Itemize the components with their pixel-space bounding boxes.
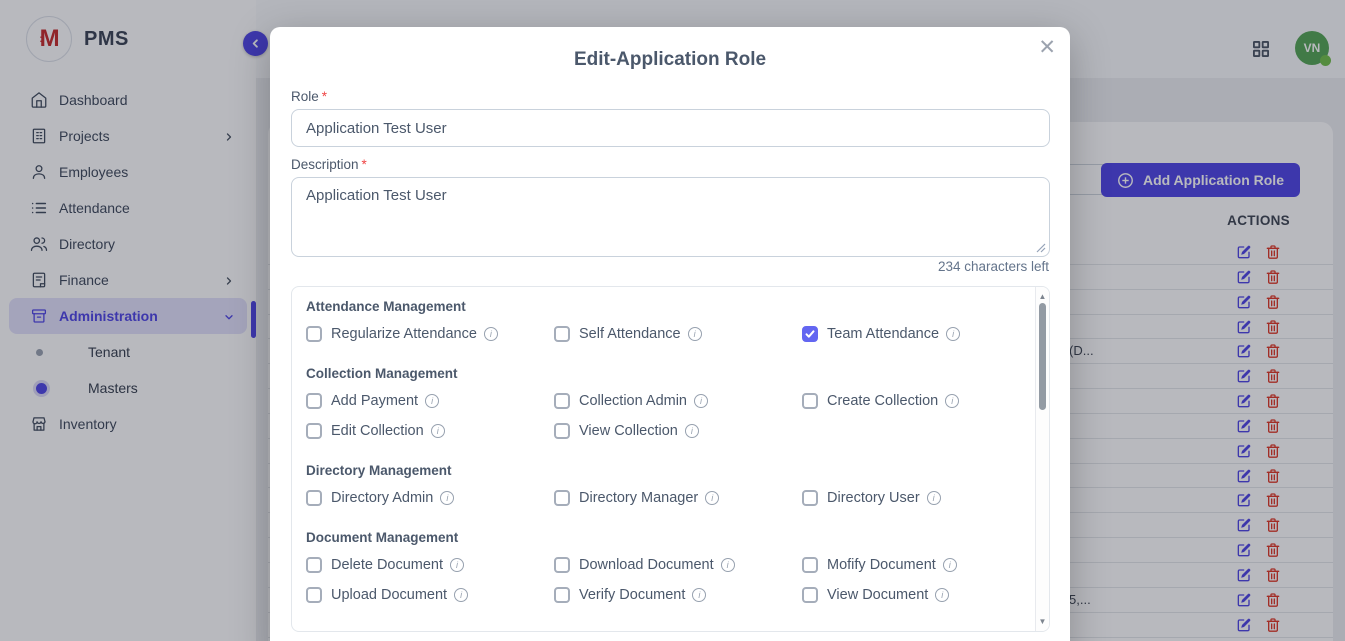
- permission-item: Create Collection i: [802, 391, 1032, 411]
- application-window: :M PMS DashboardProjectsEmployeesAttenda…: [0, 0, 1345, 641]
- permission-item: Regularize Attendance i: [306, 324, 554, 344]
- info-icon[interactable]: i: [440, 491, 454, 505]
- permission-section: Attendance Management Regularize Attendan…: [306, 299, 1035, 344]
- role-label: Role*: [291, 89, 327, 104]
- info-icon[interactable]: i: [943, 558, 957, 572]
- description-label: Description*: [291, 157, 367, 172]
- modal-title: Edit-Application Role: [270, 49, 1070, 71]
- checkbox-unchecked[interactable]: [802, 393, 818, 409]
- info-icon[interactable]: i: [705, 491, 719, 505]
- permission-item: Add Payment i: [306, 391, 554, 411]
- permission-section-title: Document Management: [306, 530, 1035, 545]
- permissions-list: Attendance Management Regularize Attendan…: [292, 287, 1035, 631]
- scroll-down-arrow-icon[interactable]: ▼: [1036, 617, 1049, 626]
- checkbox-unchecked[interactable]: [554, 557, 570, 573]
- permission-label: Verify Document: [579, 587, 685, 603]
- permission-label: Add Payment: [331, 393, 418, 409]
- permission-item: Directory Admin i: [306, 488, 554, 508]
- checkbox-unchecked[interactable]: [554, 326, 570, 342]
- permission-label: Mofify Document: [827, 557, 936, 573]
- resize-grip-icon[interactable]: [1036, 243, 1046, 253]
- role-input[interactable]: [291, 109, 1050, 147]
- checkbox-unchecked[interactable]: [306, 326, 322, 342]
- permission-item: Self Attendance i: [554, 324, 802, 344]
- permission-label: Create Collection: [827, 393, 938, 409]
- permission-label: Edit Collection: [331, 423, 424, 439]
- info-icon[interactable]: i: [946, 327, 960, 341]
- edit-application-role-modal: ✕ Edit-Application Role Role* Descriptio…: [270, 27, 1070, 641]
- permission-item: View Collection i: [554, 421, 802, 441]
- characters-left-counter: 234 characters left: [938, 259, 1049, 274]
- checkbox-unchecked[interactable]: [554, 423, 570, 439]
- checkbox-unchecked[interactable]: [306, 557, 322, 573]
- permission-item: Delete Document i: [306, 555, 554, 575]
- permissions-scrollbar[interactable]: ▲ ▼: [1035, 287, 1049, 631]
- info-icon[interactable]: i: [692, 588, 706, 602]
- checkbox-unchecked[interactable]: [306, 393, 322, 409]
- permission-item: Upload Document i: [306, 585, 554, 605]
- permission-item: Download Document i: [554, 555, 802, 575]
- checkbox-unchecked[interactable]: [306, 490, 322, 506]
- checkbox-unchecked[interactable]: [802, 557, 818, 573]
- info-icon[interactable]: i: [935, 588, 949, 602]
- checkbox-unchecked[interactable]: [554, 490, 570, 506]
- checkbox-unchecked[interactable]: [306, 423, 322, 439]
- checkbox-unchecked[interactable]: [554, 587, 570, 603]
- description-textarea[interactable]: Application Test User: [291, 177, 1050, 257]
- permission-label: Download Document: [579, 557, 714, 573]
- required-mark: *: [322, 89, 327, 104]
- checkbox-unchecked[interactable]: [802, 490, 818, 506]
- info-icon[interactable]: i: [927, 491, 941, 505]
- permission-label: View Collection: [579, 423, 678, 439]
- permission-label: Collection Admin: [579, 393, 687, 409]
- permission-item: Edit Collection i: [306, 421, 554, 441]
- permission-section-title: Collection Management: [306, 366, 1035, 381]
- permission-section: Collection ManagementAdd PaymentiCollect…: [306, 366, 1035, 441]
- permission-label: Upload Document: [331, 587, 447, 603]
- info-icon[interactable]: i: [484, 327, 498, 341]
- checkbox-unchecked[interactable]: [554, 393, 570, 409]
- scroll-up-arrow-icon[interactable]: ▲: [1036, 292, 1049, 301]
- permission-label: View Document: [827, 587, 928, 603]
- permission-item: Team Attendance i: [802, 324, 1032, 344]
- info-icon[interactable]: i: [450, 558, 464, 572]
- permission-label: Self Attendance: [579, 326, 681, 342]
- info-icon[interactable]: i: [425, 394, 439, 408]
- permission-section: Directory ManagementDirectory AdminiDire…: [306, 463, 1035, 508]
- info-icon[interactable]: i: [431, 424, 445, 438]
- permission-section: Document ManagementDelete DocumentiDownl…: [306, 530, 1035, 605]
- required-mark: *: [362, 157, 367, 172]
- info-icon[interactable]: i: [945, 394, 959, 408]
- checkbox-unchecked[interactable]: [306, 587, 322, 603]
- permission-label: Regularize Attendance: [331, 326, 477, 342]
- info-icon[interactable]: i: [721, 558, 735, 572]
- description-value: Application Test User: [306, 187, 447, 204]
- permission-label: Delete Document: [331, 557, 443, 573]
- info-icon[interactable]: i: [685, 424, 699, 438]
- permission-label: Directory User: [827, 490, 920, 506]
- permission-item: Collection Admin i: [554, 391, 802, 411]
- info-icon[interactable]: i: [694, 394, 708, 408]
- permission-item: Directory User i: [802, 488, 1032, 508]
- permissions-panel: Attendance Management Regularize Attendan…: [291, 286, 1050, 632]
- permission-item: Verify Document i: [554, 585, 802, 605]
- permission-label: Team Attendance: [827, 326, 939, 342]
- permission-section-title: Directory Management: [306, 463, 1035, 478]
- permission-item: Directory Manager i: [554, 488, 802, 508]
- permission-section-title: Attendance Management: [306, 299, 1035, 314]
- scrollbar-thumb[interactable]: [1039, 303, 1046, 410]
- info-icon[interactable]: i: [454, 588, 468, 602]
- permission-label: Directory Admin: [331, 490, 433, 506]
- permission-item: Mofify Document i: [802, 555, 1032, 575]
- info-icon[interactable]: i: [688, 327, 702, 341]
- checkbox-unchecked[interactable]: [802, 587, 818, 603]
- permission-item: View Document i: [802, 585, 1032, 605]
- permission-label: Directory Manager: [579, 490, 698, 506]
- checkbox-checked[interactable]: [802, 326, 818, 342]
